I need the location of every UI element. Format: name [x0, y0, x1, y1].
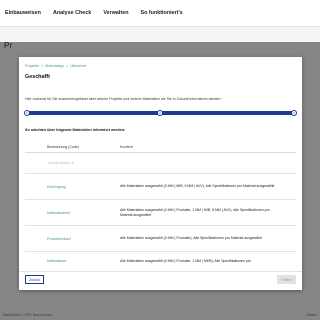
header-bezeichnung: Bezeichnung (Code)	[47, 145, 79, 149]
breadcrumb-separator: >	[65, 64, 69, 68]
row-name[interactable]: Transportbeton 8	[25, 161, 120, 165]
header-kurztext: Kurztext	[120, 145, 133, 149]
row-name[interactable]: Produktverkauf	[25, 237, 120, 241]
table-header: Bezeichnung (Code) Kurztext	[25, 142, 296, 153]
nav-item-verwalten[interactable]: Verwalten	[103, 10, 128, 16]
row-description: Alle Materialien ausgewählt (3 MM | Prod…	[120, 236, 262, 240]
table-row: Einbringung Alle Materialien ausgewählt …	[25, 174, 296, 200]
breadcrumb-uebersicht: Übersicht	[70, 64, 87, 68]
row-description: Alle Materialien ausgewählt (3 MM | MIB,…	[120, 184, 275, 188]
table-row: Materialnahme Alle Materialien ausgewähl…	[25, 200, 296, 226]
breadcrumb-separator: >	[41, 64, 44, 68]
nav-item-analyse-check[interactable]: Analyse Check	[53, 10, 91, 16]
modal-title: Geschafft	[25, 74, 50, 80]
step-3-indicator: 3	[291, 110, 297, 116]
intro-text: Hier nochmal für Sie zusammengefasst abe…	[25, 97, 222, 101]
summary-modal: Projekte > Materialtyp > Übersicht Gesch…	[19, 57, 302, 290]
row-name[interactable]: Einbringung	[25, 185, 120, 189]
nav-item-so-funktionierts[interactable]: So funktioniert's	[140, 10, 182, 16]
row-description: Alle Materialien ausgewählt (4 MM | Prod…	[120, 207, 270, 217]
nav-item-einbauweisen[interactable]: Einbauweisen	[5, 10, 41, 16]
step-2-indicator: 2	[157, 110, 163, 116]
next-button[interactable]: Weiter	[277, 275, 296, 284]
row-name[interactable]: Materialnahme	[25, 211, 120, 215]
modal-footer: Zurück Weiter	[19, 271, 302, 290]
progress-stepper: 1 2 3	[24, 110, 297, 116]
table-row: Transportbeton 8	[25, 153, 296, 174]
step-1-indicator: 1	[24, 110, 30, 116]
top-navigation: Einbauweisen Analyse Check Verwalten So …	[0, 0, 320, 27]
selection-question: So möchten über folgende Materialien inf…	[25, 128, 126, 132]
row-name[interactable]: Materialkauf	[25, 259, 120, 263]
table-row: Produktverkauf Alle Materialien ausgewäh…	[25, 226, 296, 252]
table-row: Materialkauf Alle Materialien ausgewählt…	[25, 252, 296, 270]
breadcrumb-projekte[interactable]: Projekte	[25, 64, 39, 68]
back-button[interactable]: Zurück	[25, 275, 44, 284]
row-description: Alle Materialien ausgewählt (4 MM | Prod…	[120, 259, 251, 263]
materials-table[interactable]: Bezeichnung (Code) Kurztext Transportbet…	[25, 142, 296, 270]
breadcrumb-materialtyp[interactable]: Materialtyp	[45, 64, 64, 68]
breadcrumb: Projekte > Materialtyp > Übersicht	[25, 64, 86, 68]
